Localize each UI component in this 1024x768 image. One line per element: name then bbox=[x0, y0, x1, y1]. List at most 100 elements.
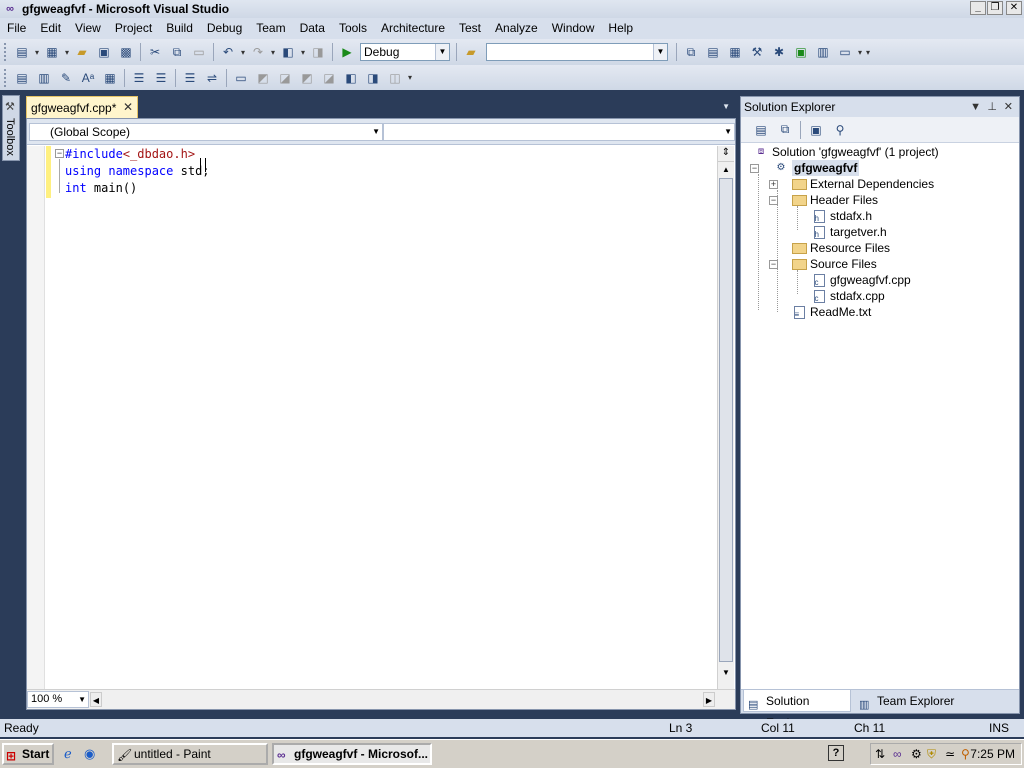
collapse-icon[interactable]: − bbox=[750, 164, 759, 173]
close-icon[interactable]: ✕ bbox=[123, 100, 133, 114]
chevron-down-icon[interactable]: ▼ bbox=[78, 692, 86, 707]
expand-icon[interactable]: + bbox=[769, 180, 778, 189]
menu-architecture[interactable]: Architecture bbox=[374, 18, 452, 39]
collapse-icon[interactable]: − bbox=[769, 196, 778, 205]
next-bookmark-in-document-icon[interactable]: ◨ bbox=[364, 69, 382, 87]
restore-button[interactable]: ❐ bbox=[987, 1, 1003, 15]
display-object-member-list-icon[interactable]: ▤ bbox=[13, 69, 31, 87]
document-tab[interactable]: gfgweagfvf.cpp* ✕ bbox=[26, 96, 138, 118]
tree-item-stdafx-h[interactable]: h stdafx.h bbox=[811, 208, 872, 224]
chevron-down-icon[interactable]: ▼ bbox=[724, 124, 732, 140]
network-icon[interactable]: ⇅ bbox=[875, 747, 885, 761]
chevron-down-icon[interactable]: ▾ bbox=[299, 48, 307, 57]
open-folder-icon[interactable]: ▰ bbox=[73, 43, 91, 61]
scroll-down-icon[interactable]: ▼ bbox=[718, 665, 734, 681]
tree-item-main-cpp[interactable]: c gfgweagfvf.cpp bbox=[811, 272, 911, 288]
connection-icon[interactable]: ⚙ bbox=[911, 747, 922, 761]
find-combo[interactable]: ▼ bbox=[486, 43, 668, 61]
add-item-icon[interactable]: ▦ bbox=[43, 43, 61, 61]
zoom-select[interactable]: 100 % ▼ bbox=[27, 691, 89, 708]
member-select[interactable]: ▼ bbox=[383, 123, 735, 141]
clear-bookmarks-icon[interactable]: ◫ bbox=[386, 69, 404, 87]
increase-indent-icon[interactable]: ☰ bbox=[152, 69, 170, 87]
scroll-right-icon[interactable]: ▶ bbox=[703, 692, 715, 707]
tree-item-stdafx-cpp[interactable]: c stdafx.cpp bbox=[811, 288, 885, 304]
active-files-dropdown-icon[interactable]: ▼ bbox=[722, 102, 730, 111]
tree-item-external-dependencies[interactable]: External Dependencies bbox=[791, 176, 934, 192]
scroll-left-icon[interactable]: ◀ bbox=[90, 692, 102, 707]
copy-icon[interactable]: ⧉ bbox=[168, 43, 186, 61]
solution-configuration-select[interactable]: Debug ▼ bbox=[360, 43, 450, 61]
code-text-area[interactable]: #include<_dbdao.h> using namespace std; … bbox=[65, 146, 210, 197]
horizontal-scrollbar[interactable]: 100 % ▼ ◀ ▶ bbox=[27, 689, 735, 709]
menu-file[interactable]: File bbox=[0, 18, 33, 39]
tree-item-readme[interactable]: ≡ ReadMe.txt bbox=[791, 304, 871, 320]
chevron-down-icon[interactable]: ▾ bbox=[856, 48, 864, 57]
toolbar-grip[interactable] bbox=[4, 43, 7, 61]
decrease-indent-icon[interactable]: ☰ bbox=[130, 69, 148, 87]
chevron-down-icon[interactable]: ▾ bbox=[239, 48, 247, 57]
team-explorer-icon[interactable]: ▥ bbox=[814, 43, 832, 61]
solution-node[interactable]: ⧈ Solution 'gfgweagfvf' (1 project) bbox=[753, 144, 939, 160]
tree-item-source-files[interactable]: Source Files bbox=[791, 256, 877, 272]
display-quick-info-icon[interactable]: ✎ bbox=[57, 69, 75, 87]
comment-lines-icon[interactable]: ☰ bbox=[181, 69, 199, 87]
show-desktop-icon[interactable]: ◉ bbox=[84, 746, 95, 762]
start-button[interactable]: ⊞ Start bbox=[2, 743, 54, 765]
scope-select[interactable]: (Global Scope) ▼ bbox=[29, 123, 383, 141]
cut-icon[interactable]: ✂ bbox=[146, 43, 164, 61]
previous-bookmark-icon[interactable]: ◩ bbox=[254, 69, 272, 87]
vertical-scrollbar[interactable]: ⇕ ▲ ▼ bbox=[717, 146, 734, 689]
help-icon[interactable]: ? bbox=[828, 745, 844, 761]
chevron-down-icon[interactable]: ▾ bbox=[33, 48, 41, 57]
toolbar-overflow-icon[interactable]: ▾ bbox=[406, 73, 414, 82]
close-icon[interactable]: ✕ bbox=[1004, 97, 1013, 117]
navigate-backward-icon[interactable]: ◧ bbox=[279, 43, 297, 61]
minimize-button[interactable]: _ bbox=[970, 1, 986, 15]
search-icon[interactable]: ⚲ bbox=[961, 747, 970, 761]
next-bookmark-in-folder-icon[interactable]: ◪ bbox=[320, 69, 338, 87]
uncomment-lines-icon[interactable]: ⇌ bbox=[203, 69, 221, 87]
menu-project[interactable]: Project bbox=[108, 18, 159, 39]
navigate-forward-icon[interactable]: ◨ bbox=[309, 43, 327, 61]
chevron-down-icon[interactable]: ▾ bbox=[269, 48, 277, 57]
toolbar-overflow-icon[interactable]: ▾ bbox=[864, 48, 872, 57]
save-all-icon[interactable]: ▩ bbox=[117, 43, 135, 61]
toolbar-grip[interactable] bbox=[4, 68, 7, 87]
menu-debug[interactable]: Debug bbox=[200, 18, 249, 39]
solution-explorer-icon[interactable]: ⧉ bbox=[682, 43, 700, 61]
tab-solution-explorer[interactable]: ▤ Solution Explorer bbox=[743, 690, 851, 730]
new-project-icon[interactable]: ▤ bbox=[13, 43, 31, 61]
refresh-icon[interactable]: ⧉ bbox=[776, 121, 794, 139]
paste-icon[interactable]: ▭ bbox=[190, 43, 208, 61]
menu-view[interactable]: View bbox=[68, 18, 108, 39]
scroll-up-icon[interactable]: ▲ bbox=[718, 162, 734, 178]
command-window-icon[interactable]: ▭ bbox=[836, 43, 854, 61]
start-page-icon[interactable]: ▣ bbox=[792, 43, 810, 61]
close-button[interactable]: ✕ bbox=[1006, 1, 1022, 15]
previous-bookmark-in-document-icon[interactable]: ◧ bbox=[342, 69, 360, 87]
project-node[interactable]: ⚙ gfgweagfvf bbox=[773, 160, 860, 176]
find-in-files-icon[interactable]: ▰ bbox=[462, 43, 480, 61]
menu-tools[interactable]: Tools bbox=[332, 18, 374, 39]
tab-team-explorer[interactable]: ▥ Team Explorer bbox=[855, 690, 955, 712]
display-word-completion-icon[interactable]: Aᵃ bbox=[79, 69, 97, 87]
show-all-files-icon[interactable]: ▤ bbox=[752, 121, 770, 139]
chevron-down-icon[interactable]: ▼ bbox=[435, 44, 449, 60]
properties-icon[interactable]: ▤ bbox=[704, 43, 722, 61]
display-parameter-info-icon[interactable]: ▥ bbox=[35, 69, 53, 87]
menu-help[interactable]: Help bbox=[601, 18, 640, 39]
chevron-down-icon[interactable]: ▼ bbox=[372, 124, 380, 140]
toolbox-tab[interactable]: ⚒ Toolbox bbox=[2, 95, 20, 161]
previous-bookmark-in-folder-icon[interactable]: ◩ bbox=[298, 69, 316, 87]
volume-icon[interactable]: ≃ bbox=[945, 747, 955, 761]
scroll-thumb[interactable] bbox=[719, 178, 733, 662]
toolbox-icon[interactable]: ⚒ bbox=[748, 43, 766, 61]
menu-test[interactable]: Test bbox=[452, 18, 488, 39]
menu-analyze[interactable]: Analyze bbox=[488, 18, 545, 39]
split-window-icon[interactable]: ⇕ bbox=[718, 146, 734, 162]
menu-edit[interactable]: Edit bbox=[33, 18, 68, 39]
menu-data[interactable]: Data bbox=[293, 18, 332, 39]
menu-window[interactable]: Window bbox=[545, 18, 602, 39]
auto-hide-pin-icon[interactable]: ⊥ bbox=[987, 97, 997, 117]
